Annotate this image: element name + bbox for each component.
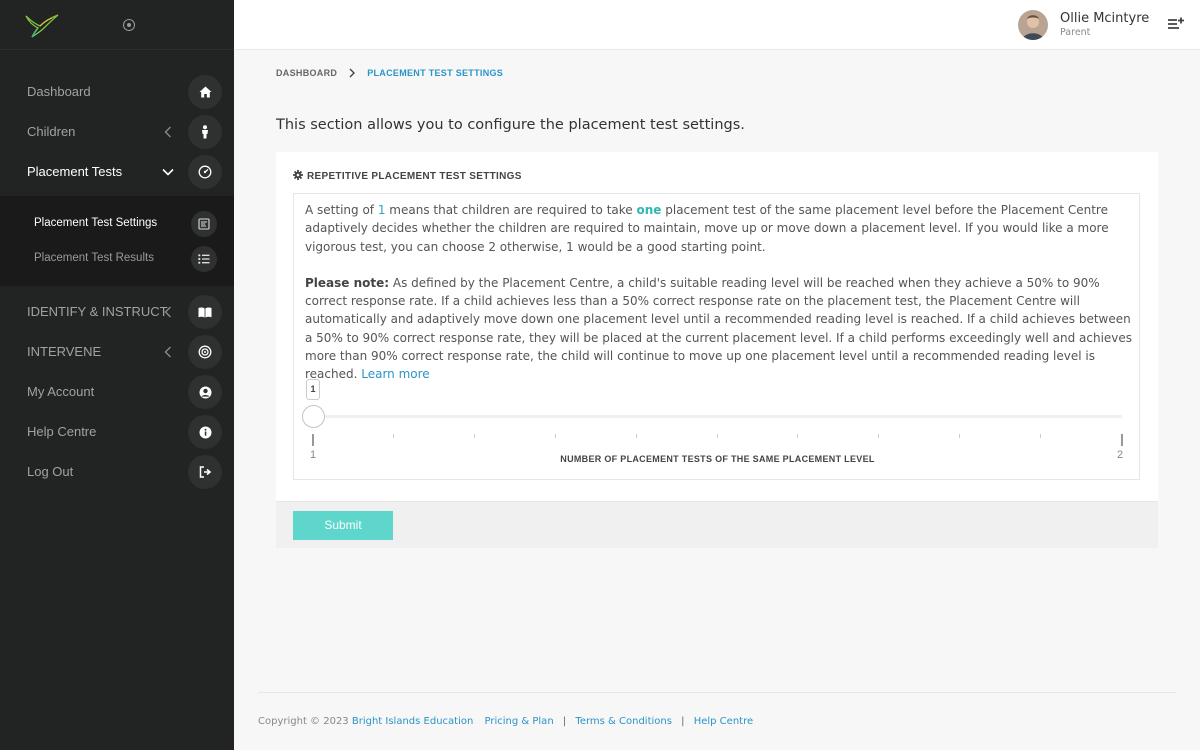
sidebar-header (0, 0, 234, 50)
list-icon (191, 246, 217, 272)
settings-card: REPETITIVE PLACEMENT TEST SETTINGS A set… (276, 152, 1158, 548)
user-avatar[interactable] (1018, 10, 1048, 40)
text: As defined by the Placement Centre, a ch… (305, 275, 1133, 382)
terms-conditions-link[interactable]: Terms & Conditions (575, 716, 672, 727)
sidebar-item-label: Placement Tests (27, 164, 123, 179)
text: A setting of (305, 203, 378, 217)
sidebar-item-label: Log Out (27, 464, 74, 479)
slider-tick (1121, 434, 1123, 446)
sidebar: Dashboard Children Placement Tests Place… (0, 0, 234, 750)
slider-tick (797, 434, 799, 438)
sidebar-subitem-label: Placement Test Results (34, 252, 154, 264)
card-title-text: REPETITIVE PLACEMENT TEST SETTINGS (307, 171, 522, 182)
footer-separator: | (562, 716, 567, 727)
sidebar-item-label: My Account (27, 384, 95, 399)
sidebar-item-intervene[interactable]: INTERVENE (0, 332, 234, 372)
slider-track[interactable] (322, 415, 1122, 418)
sidebar-item-my-account[interactable]: My Account (0, 372, 234, 412)
footer: Copyright © 2023 Bright Islands Educatio… (258, 716, 753, 727)
company-link[interactable]: Bright Islands Education (352, 716, 473, 727)
radio-dot-icon[interactable] (123, 19, 135, 31)
note-label: Please note: (305, 275, 390, 290)
gear-icon (293, 170, 303, 183)
chevron-left-icon (160, 124, 176, 140)
hummingbird-logo-icon[interactable] (22, 12, 60, 43)
home-icon (188, 75, 222, 109)
slider-tick (312, 434, 314, 446)
logout-icon (188, 455, 222, 489)
gauge-icon (188, 155, 222, 189)
text: means that children are required to take (385, 203, 637, 217)
menu-add-icon[interactable] (1168, 17, 1184, 36)
sidebar-subitem-placement-test-settings[interactable]: Placement Test Settings (0, 207, 234, 241)
learn-more-link[interactable]: Learn more (361, 367, 429, 381)
copyright-text: Copyright © 2023 (258, 716, 349, 727)
description: A setting of 1 means that children are r… (305, 201, 1135, 384)
slider-tick (959, 434, 961, 438)
form-icon (191, 211, 217, 237)
child-icon (188, 115, 222, 149)
sidebar-item-help-centre[interactable]: Help Centre (0, 412, 234, 452)
pricing-plan-link[interactable]: Pricing & Plan (485, 716, 554, 727)
sidebar-item-label: Dashboard (27, 84, 91, 99)
user-name[interactable]: Ollie Mcintyre (1060, 11, 1149, 26)
info-icon (188, 415, 222, 449)
slider-value-tooltip: 1 (306, 379, 320, 400)
slider-tick (878, 434, 880, 438)
card-footer: Submit (276, 501, 1158, 548)
sidebar-item-placement-tests[interactable]: Placement Tests (0, 152, 234, 192)
sidebar-item-label: INTERVENE (27, 344, 102, 359)
target-icon (188, 335, 222, 369)
breadcrumb-dashboard-link[interactable]: DASHBOARD (276, 68, 337, 78)
slider-tick (554, 434, 556, 438)
sidebar-item-label: IDENTIFY & INSTRUCT (27, 304, 168, 319)
top-bar: Ollie Mcintyre Parent (234, 0, 1200, 50)
submit-button[interactable]: Submit (293, 511, 393, 540)
settings-panel: A setting of 1 means that children are r… (293, 193, 1140, 480)
book-icon (188, 295, 222, 329)
sidebar-item-label: Help Centre (27, 424, 97, 439)
sidebar-item-log-out[interactable]: Log Out (0, 452, 234, 492)
slider-tick (1040, 434, 1042, 438)
description-paragraph-2: Please note: As defined by the Placement… (305, 274, 1135, 384)
chevron-left-icon (160, 344, 176, 360)
breadcrumb-current: PLACEMENT TEST SETTINGS (367, 68, 504, 78)
slider-caption: NUMBER OF PLACEMENT TESTS OF THE SAME PL… (560, 454, 875, 464)
sidebar-item-dashboard[interactable]: Dashboard (0, 72, 234, 112)
slider-tick (392, 434, 394, 438)
slider-handle[interactable] (302, 405, 325, 428)
description-paragraph-1: A setting of 1 means that children are r… (305, 201, 1135, 256)
breadcrumb: DASHBOARD PLACEMENT TEST SETTINGS (276, 68, 503, 78)
help-centre-link[interactable]: Help Centre (694, 716, 753, 727)
sidebar-item-label: Children (27, 124, 76, 139)
chevron-left-icon (160, 304, 176, 320)
sidebar-subitem-placement-test-results[interactable]: Placement Test Results (0, 242, 234, 276)
card-title: REPETITIVE PLACEMENT TEST SETTINGS (293, 170, 522, 183)
chevron-down-icon (160, 164, 176, 180)
slider-tick (635, 434, 637, 438)
sidebar-item-identify-instruct[interactable]: IDENTIFY & INSTRUCT (0, 292, 234, 332)
chevron-right-icon (349, 68, 356, 78)
sidebar-item-children[interactable]: Children (0, 112, 234, 152)
footer-separator: | (681, 716, 685, 727)
placement-tests-submenu: Placement Test Settings Placement Test R… (0, 196, 234, 286)
slider-tick (473, 434, 475, 438)
sidebar-subitem-label: Placement Test Settings (34, 217, 158, 229)
user-role: Parent (1060, 27, 1091, 38)
footer-divider (258, 692, 1176, 693)
page-intro: This section allows you to configure the… (276, 117, 745, 133)
slider-tick (716, 434, 718, 438)
user-icon (188, 375, 222, 409)
highlight-text: one (636, 203, 662, 217)
